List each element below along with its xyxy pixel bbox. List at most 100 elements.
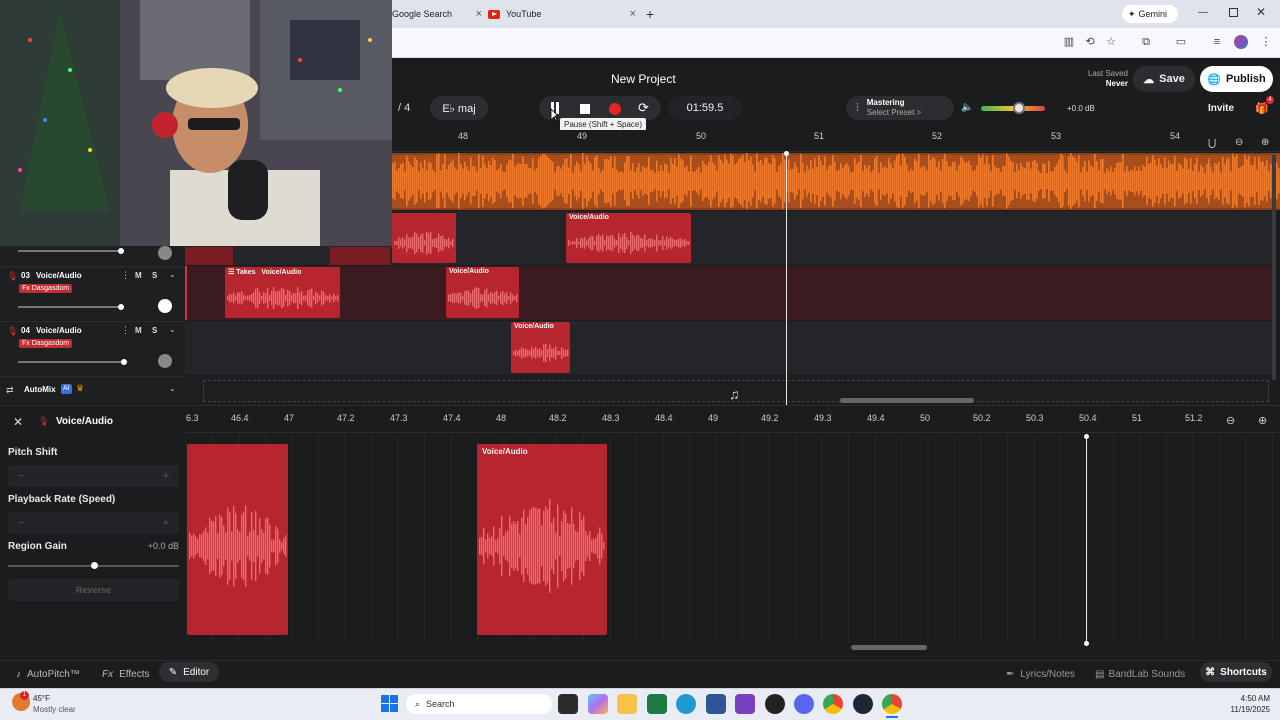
track-menu-icon[interactable]: ⋮ xyxy=(121,325,130,336)
playhead[interactable] xyxy=(786,153,787,405)
volume-slider[interactable] xyxy=(18,306,121,308)
reverse-button[interactable]: Reverse xyxy=(8,579,179,601)
new-tab-button[interactable]: + xyxy=(646,6,654,22)
volume-thumb[interactable] xyxy=(121,359,127,365)
loop-icon[interactable]: ⟳ xyxy=(638,100,649,116)
time-signature[interactable]: / 4 xyxy=(398,102,410,114)
editor-playhead-handle[interactable] xyxy=(1084,434,1089,439)
chevron-down-icon[interactable]: ⌄ xyxy=(169,325,176,334)
chrome-active-icon[interactable] xyxy=(882,694,902,714)
speaker-mute-icon[interactable]: 🔈 xyxy=(961,102,973,113)
zoom-out-icon[interactable]: ⊖ xyxy=(1235,137,1243,148)
track-menu-icon[interactable]: ⋮ xyxy=(121,270,130,281)
gift-icon[interactable]: 🎁 xyxy=(1255,102,1269,115)
tab-youtube[interactable]: YouTube × xyxy=(488,0,636,28)
close-editor-icon[interactable]: ✕ xyxy=(13,415,23,429)
volume-thumb[interactable] xyxy=(118,304,124,310)
editor-tab-button[interactable]: ✎ Editor xyxy=(159,662,219,682)
stop-button[interactable] xyxy=(580,104,590,114)
fx-chip[interactable]: Fx Dasgasdom xyxy=(19,339,73,348)
track-name[interactable]: Voice/Audio xyxy=(36,271,82,280)
app-icon[interactable] xyxy=(735,694,755,714)
key-button[interactable]: E♭ maj xyxy=(430,96,488,120)
close-icon[interactable]: × xyxy=(630,8,636,20)
gemini-button[interactable]: ✦ Gemini xyxy=(1122,5,1178,23)
editor-scrollbar[interactable] xyxy=(851,645,927,650)
microphone-icon[interactable]: 🎙 xyxy=(7,271,18,282)
editor-grid[interactable] xyxy=(186,434,1280,642)
profile-avatar[interactable] xyxy=(1234,35,1248,49)
vertical-scrollbar[interactable] xyxy=(1272,155,1276,380)
solo-button[interactable]: S xyxy=(152,326,157,335)
editor-audio-clip[interactable] xyxy=(187,444,288,635)
publish-button[interactable]: 🌐 Publish xyxy=(1200,66,1273,92)
file-explorer-icon[interactable] xyxy=(617,694,637,714)
clip-fragment[interactable] xyxy=(330,247,390,265)
region-gain-thumb[interactable] xyxy=(90,562,98,569)
chevron-down-icon[interactable]: ⌄ xyxy=(169,270,176,279)
save-button[interactable]: ☁ Save xyxy=(1133,66,1195,92)
bookmark-star-icon[interactable]: ☆ xyxy=(1104,35,1118,49)
solitaire-icon[interactable] xyxy=(647,694,667,714)
decrement-button[interactable]: − xyxy=(18,517,24,529)
store-icon[interactable] xyxy=(706,694,726,714)
mute-button[interactable]: M xyxy=(135,271,142,280)
screen-share-icon[interactable]: ⟲ xyxy=(1083,35,1097,49)
weather-widget[interactable]: 45°F Mostly clear xyxy=(33,693,76,715)
system-clock[interactable]: 4:50 AM 11/19/2025 xyxy=(1200,693,1270,715)
editor-playhead-handle[interactable] xyxy=(1084,641,1089,646)
zoom-in-icon[interactable]: ⊕ xyxy=(1258,414,1267,427)
mastering-button[interactable]: ⫶ Mastering Select Preset > xyxy=(846,96,954,120)
editor-audio-clip[interactable]: Voice/Audio xyxy=(477,444,607,635)
track-lane-1[interactable] xyxy=(392,153,1280,210)
add-music-icon[interactable]: ♫ xyxy=(729,386,740,402)
track-lane-4[interactable] xyxy=(185,321,1272,375)
media-icon[interactable]: ≡ xyxy=(1210,35,1224,49)
steam-icon[interactable] xyxy=(853,694,873,714)
volume-slider[interactable] xyxy=(18,250,121,252)
effects-button[interactable]: Fx Effects xyxy=(102,665,150,683)
project-title[interactable]: New Project xyxy=(611,72,676,86)
track-name[interactable]: Voice/Audio xyxy=(36,326,82,335)
reading-list-icon[interactable]: ▥ xyxy=(1062,35,1076,49)
pan-knob[interactable] xyxy=(158,354,172,368)
track-lane-3[interactable] xyxy=(185,266,1272,320)
editor-playhead[interactable] xyxy=(1086,436,1087,644)
shortcuts-button[interactable]: ⌘ Shortcuts xyxy=(1200,662,1272,682)
maximize-icon[interactable] xyxy=(1229,8,1238,17)
more-menu-icon[interactable]: ⋮ xyxy=(1259,35,1273,49)
discord-icon[interactable] xyxy=(794,694,814,714)
cast-icon[interactable]: ▭ xyxy=(1174,35,1188,49)
fx-chip[interactable]: Fx Dasgasdom xyxy=(19,284,73,293)
increment-button[interactable]: + xyxy=(163,517,169,529)
chevron-down-icon[interactable]: ⌄ xyxy=(169,384,176,393)
tab-google-search[interactable]: Google Search × xyxy=(392,0,482,28)
autopitch-button[interactable]: ♪ AutoPitch™ xyxy=(16,665,80,683)
increment-button[interactable]: + xyxy=(163,470,169,482)
lyrics-notes-button[interactable]: ✒ Lyrics/Notes xyxy=(1006,665,1075,683)
decrement-button[interactable]: − xyxy=(18,470,24,482)
copilot-icon[interactable] xyxy=(588,694,608,714)
snap-magnet-icon[interactable]: ⋃ xyxy=(1208,138,1216,149)
extensions-icon[interactable]: ⧉ xyxy=(1139,35,1153,49)
close-icon[interactable]: × xyxy=(476,8,482,20)
task-view-icon[interactable] xyxy=(558,694,578,714)
audio-clip-takes[interactable]: ☰ Takes Voice/Audio xyxy=(225,267,340,318)
playback-rate-stepper[interactable]: − + xyxy=(8,512,179,534)
chrome-icon[interactable] xyxy=(823,694,843,714)
pan-knob[interactable] xyxy=(158,299,172,313)
audio-clip[interactable]: Voice/Audio xyxy=(566,213,691,263)
audio-clip[interactable]: Voice/Audio xyxy=(446,267,519,318)
automix-row[interactable]: ⇄ AutoMix AI ♛ ⌄ xyxy=(0,376,185,404)
horizontal-scrollbar[interactable] xyxy=(840,398,974,403)
zoom-in-icon[interactable]: ⊕ xyxy=(1261,137,1269,148)
bandlab-sounds-button[interactable]: ▤ BandLab Sounds xyxy=(1095,665,1185,683)
audio-clip[interactable] xyxy=(392,213,456,263)
invite-button[interactable]: Invite xyxy=(1198,98,1244,118)
window-close-icon[interactable]: ✕ xyxy=(1256,5,1266,19)
microphone-icon[interactable]: 🎙 xyxy=(7,326,18,337)
zoom-out-icon[interactable]: ⊖ xyxy=(1226,414,1235,427)
pitch-shift-stepper[interactable]: − + xyxy=(8,465,179,487)
clip-fragment[interactable] xyxy=(185,247,233,265)
obs-icon[interactable] xyxy=(765,694,785,714)
